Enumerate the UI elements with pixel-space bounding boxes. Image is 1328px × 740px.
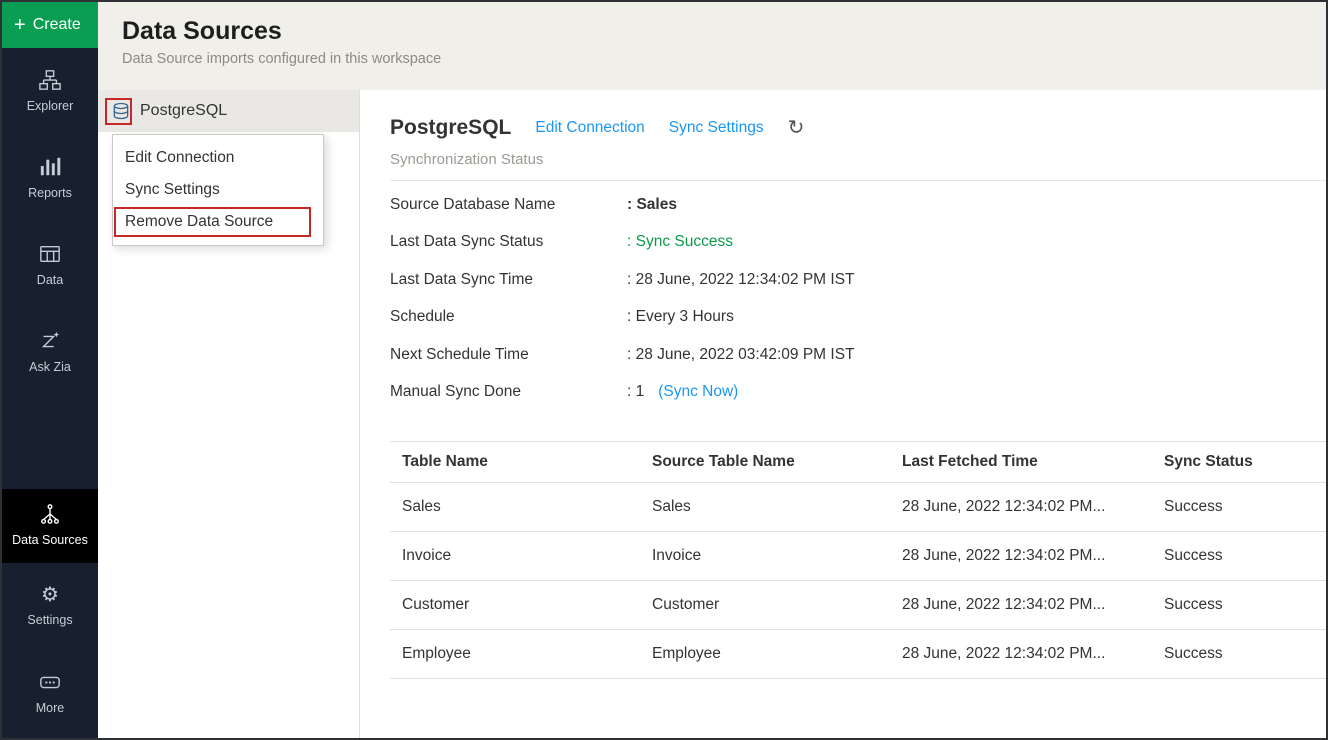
cell-sync-status: Success — [1152, 630, 1326, 679]
sidebar-item-explorer[interactable]: Explorer — [2, 48, 98, 135]
sync-details: Source Database Name Sales Last Data Syn… — [390, 186, 1326, 411]
table-row: Customer Customer 28 June, 2022 12:34:02… — [390, 581, 1326, 630]
col-header-source-table-name: Source Table Name — [640, 442, 890, 483]
source-title: PostgreSQL — [390, 116, 511, 140]
cell-last-fetched-time: 28 June, 2022 12:34:02 PM... — [890, 630, 1152, 679]
menu-item-remove-data-source[interactable]: Remove Data Source — [113, 206, 323, 238]
sidebar-item-data-sources[interactable]: Data Sources — [2, 489, 98, 563]
tables-section: Table Name Source Table Name Last Fetche… — [390, 441, 1326, 679]
cell-source-table-name: Sales — [640, 483, 890, 532]
plus-icon: + — [14, 15, 26, 35]
detail-row: Schedule Every 3 Hours — [390, 299, 1326, 337]
create-button-label: Create — [33, 16, 81, 34]
cell-source-table-name: Employee — [640, 630, 890, 679]
cell-sync-status: Success — [1152, 581, 1326, 630]
menu-item-label: Remove Data Source — [125, 213, 273, 230]
page-subtitle: Data Source imports configured in this w… — [122, 51, 1326, 67]
detail-value: 28 June, 2022 12:34:02 PM IST — [627, 271, 855, 289]
ask-zia-icon — [39, 330, 61, 352]
detail-row: Manual Sync Done 1 (Sync Now) — [390, 374, 1326, 412]
cell-last-fetched-time: 28 June, 2022 12:34:02 PM... — [890, 581, 1152, 630]
sidebar-item-label: Data — [37, 273, 63, 289]
table-row: Employee Employee 28 June, 2022 12:34:02… — [390, 630, 1326, 679]
app-window: + Create Explorer Reports — [0, 0, 1328, 740]
sidebar-item-label: Data Sources — [12, 533, 88, 549]
gear-icon: ⚙ — [41, 585, 59, 605]
cell-table-name: Customer — [390, 581, 640, 630]
divider — [390, 180, 1326, 181]
main-panel: PostgreSQL Edit Connection Sync Settings… — [360, 90, 1326, 738]
detail-label: Last Data Sync Status — [390, 233, 627, 251]
detail-row: Next Schedule Time 28 June, 2022 03:42:0… — [390, 336, 1326, 374]
detail-value: Sales — [627, 196, 677, 214]
sidebar-item-label: Explorer — [27, 99, 74, 115]
detail-value: 1 — [627, 383, 644, 401]
menu-item-sync-settings[interactable]: Sync Settings — [113, 174, 323, 206]
more-icon — [39, 671, 61, 693]
explorer-icon — [39, 69, 61, 91]
detail-row: Last Data Sync Status Sync Success — [390, 224, 1326, 262]
sidebar-item-data[interactable]: Data — [2, 222, 98, 309]
source-list-panel: PostgreSQL Edit Connection Sync Settings… — [98, 90, 360, 738]
sidebar-item-reports[interactable]: Reports — [2, 135, 98, 222]
cell-table-name: Invoice — [390, 532, 640, 581]
detail-value: Every 3 Hours — [627, 308, 734, 326]
page-title: Data Sources — [122, 17, 1326, 46]
sidebar-item-label: More — [36, 701, 64, 717]
table-header-row: Table Name Source Table Name Last Fetche… — [390, 442, 1326, 483]
cell-last-fetched-time: 28 June, 2022 12:34:02 PM... — [890, 483, 1152, 532]
sidebar-item-settings[interactable]: ⚙ Settings — [2, 563, 98, 650]
detail-label: Schedule — [390, 308, 627, 326]
cell-source-table-name: Customer — [640, 581, 890, 630]
detail-label: Last Data Sync Time — [390, 271, 627, 289]
sidebar-item-label: Settings — [27, 613, 72, 629]
detail-label: Manual Sync Done — [390, 383, 627, 401]
context-menu: Edit Connection Sync Settings Remove Dat… — [112, 134, 324, 246]
data-sources-icon — [39, 503, 61, 525]
cell-last-fetched-time: 28 June, 2022 12:34:02 PM... — [890, 532, 1152, 581]
cell-sync-status: Success — [1152, 483, 1326, 532]
sidebar-item-ask-zia[interactable]: Ask Zia — [2, 309, 98, 396]
menu-item-edit-connection[interactable]: Edit Connection — [113, 142, 323, 174]
table-row: Invoice Invoice 28 June, 2022 12:34:02 P… — [390, 532, 1326, 581]
source-name: PostgreSQL — [140, 102, 227, 120]
col-header-last-fetched-time: Last Fetched Time — [890, 442, 1152, 483]
cell-sync-status: Success — [1152, 532, 1326, 581]
detail-value: Sync Success — [627, 233, 733, 251]
create-button[interactable]: + Create — [2, 2, 98, 48]
cell-source-table-name: Invoice — [640, 532, 890, 581]
sidebar-item-label: Reports — [28, 186, 72, 202]
col-header-sync-status: Sync Status — [1152, 442, 1326, 483]
source-list-item-postgresql[interactable]: PostgreSQL — [98, 90, 359, 132]
sidebar-item-label: Ask Zia — [29, 360, 71, 376]
table-row: Sales Sales 28 June, 2022 12:34:02 PM...… — [390, 483, 1326, 532]
cell-table-name: Sales — [390, 483, 640, 532]
page-header: Data Sources Data Source imports configu… — [98, 2, 1326, 90]
col-header-table-name: Table Name — [390, 442, 640, 483]
data-table-icon — [39, 243, 61, 265]
cell-table-name: Employee — [390, 630, 640, 679]
sync-now-link[interactable]: (Sync Now) — [658, 383, 738, 401]
refresh-icon[interactable]: ↻ — [788, 118, 805, 138]
postgresql-icon — [111, 101, 131, 121]
reports-icon — [39, 156, 61, 178]
detail-value: 28 June, 2022 03:42:09 PM IST — [627, 346, 855, 364]
sync-table: Table Name Source Table Name Last Fetche… — [390, 441, 1326, 679]
detail-row: Source Database Name Sales — [390, 186, 1326, 224]
detail-row: Last Data Sync Time 28 June, 2022 12:34:… — [390, 261, 1326, 299]
edit-connection-link[interactable]: Edit Connection — [535, 119, 644, 137]
section-label: Synchronization Status — [390, 151, 1326, 168]
sidebar: + Create Explorer Reports — [2, 2, 98, 738]
sidebar-item-more[interactable]: More — [2, 650, 98, 737]
detail-label: Next Schedule Time — [390, 346, 627, 364]
sync-settings-link[interactable]: Sync Settings — [669, 119, 764, 137]
detail-label: Source Database Name — [390, 196, 627, 214]
